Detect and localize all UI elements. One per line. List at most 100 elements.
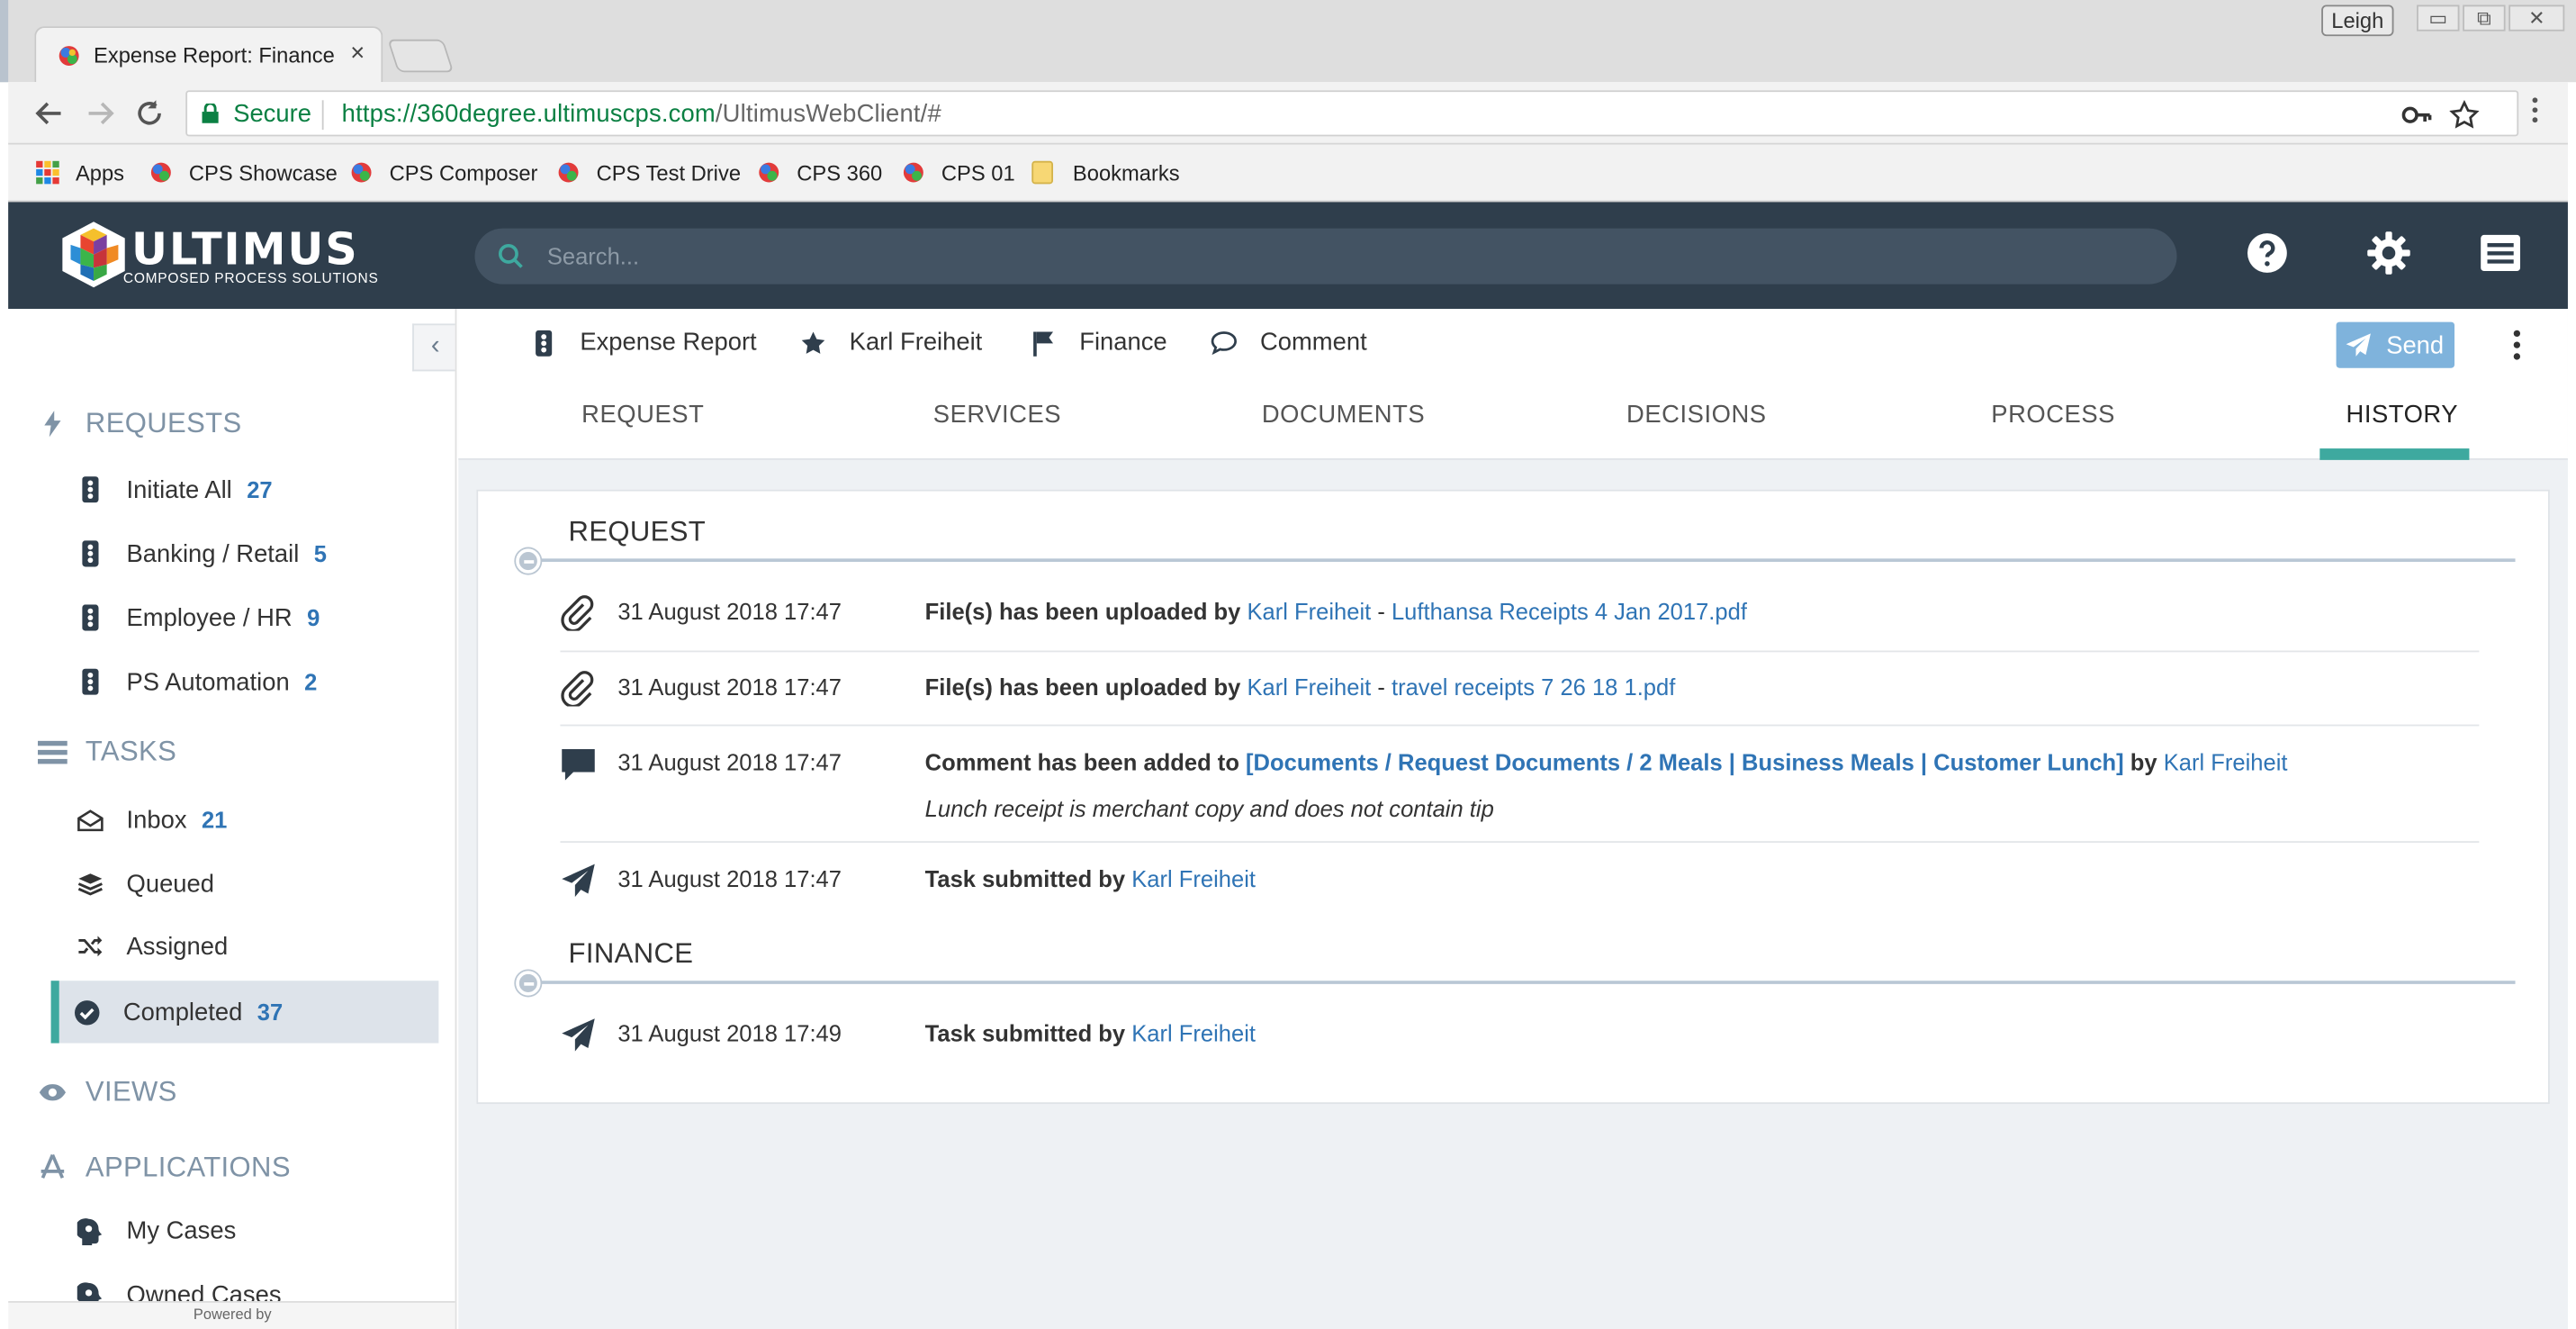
reload-icon[interactable] xyxy=(135,98,165,128)
event-user-link[interactable]: Karl Freiheit xyxy=(1247,598,1371,624)
sidebar: ‹ REQUESTS Initiate All 27 Banking / Ret… xyxy=(8,309,457,1329)
bookmark-apps[interactable]: Apps xyxy=(36,156,124,188)
ultimus-bookmark-icon xyxy=(150,162,171,183)
sidebar-item-my-cases[interactable]: My Cases xyxy=(54,1201,438,1261)
bookmark-label: CPS Showcase xyxy=(188,159,338,185)
search-input[interactable] xyxy=(546,240,2026,273)
event-user-link[interactable]: Karl Freiheit xyxy=(1131,1020,1256,1046)
sidebar-item-banking-retail[interactable]: Banking / Retail 5 xyxy=(54,524,438,583)
tasks-list-icon xyxy=(37,737,68,767)
bookmark-folder[interactable]: Bookmarks xyxy=(1031,156,1180,188)
minimize-button[interactable]: ▭ xyxy=(2417,5,2460,32)
sidebar-item-label: PS Automation xyxy=(126,667,290,696)
bookmark-cps-test-drive[interactable]: CPS Test Drive xyxy=(557,156,741,188)
settings-gear-icon[interactable] xyxy=(2365,230,2411,276)
bookmark-cps-01[interactable]: CPS 01 xyxy=(902,156,1015,188)
sidebar-item-initiate-all[interactable]: Initiate All 27 xyxy=(54,460,438,520)
case-user[interactable]: Karl Freiheit xyxy=(800,329,982,357)
sidebar-item-completed[interactable]: Completed 37 xyxy=(50,981,439,1044)
bookmark-cps-showcase[interactable]: CPS Showcase xyxy=(149,156,338,188)
traffic-light-icon xyxy=(77,604,104,631)
tab-title: Expense Report: Finance xyxy=(94,42,335,68)
section-requests[interactable]: REQUESTS xyxy=(38,407,242,439)
bookmark-label: CPS Test Drive xyxy=(596,159,742,185)
tab-services[interactable]: SERVICES xyxy=(933,401,1061,429)
browser-titlebar: Expense Report: Finance × Leigh ▭ ⧉ ✕ xyxy=(0,0,2576,83)
section-title: REQUESTS xyxy=(85,407,242,439)
event-user-link[interactable]: Karl Freiheit xyxy=(1131,866,1256,892)
lightning-icon xyxy=(38,409,68,438)
event-date: 31 August 2018 17:47 xyxy=(617,748,842,776)
bookmark-cps-360[interactable]: CPS 360 xyxy=(757,156,882,188)
ultimus-logo-icon[interactable] xyxy=(58,219,131,291)
event-file-link[interactable]: travel receipts 7 26 18 1.pdf xyxy=(1392,674,1675,700)
inbox-envelope-icon xyxy=(77,807,104,833)
omnibox[interactable]: Secure https://360degree.ultimuscps.com/… xyxy=(185,90,2519,137)
case-step[interactable]: Finance xyxy=(1030,328,1167,357)
more-options-icon[interactable] xyxy=(2508,329,2525,361)
collapse-group-icon[interactable] xyxy=(516,548,541,574)
bookmark-label: CPS Composer xyxy=(389,159,538,185)
browser-user-chip[interactable]: Leigh xyxy=(2321,5,2394,37)
tab-process[interactable]: PROCESS xyxy=(1991,401,2115,429)
address-bar-row: Secure https://360degree.ultimuscps.com/… xyxy=(8,82,2568,145)
bookmark-cps-composer[interactable]: CPS Composer xyxy=(350,156,538,188)
tab-request[interactable]: REQUEST xyxy=(581,401,704,429)
case-toolbar: Expense Report Karl Freiheit Finance Com… xyxy=(458,309,2568,460)
key-icon[interactable] xyxy=(2401,102,2432,128)
tab-documents[interactable]: DOCUMENTS xyxy=(1262,401,1425,429)
count-badge: 5 xyxy=(313,540,327,567)
paperclip-icon xyxy=(561,671,594,707)
url-text[interactable]: https://360degree.ultimuscps.com/Ultimus… xyxy=(342,100,941,128)
tab-close-icon[interactable]: × xyxy=(350,40,365,68)
new-tab-button[interactable] xyxy=(387,39,455,73)
browser-tab[interactable]: Expense Report: Finance × xyxy=(34,26,383,83)
sidebar-item-label: Initiate All xyxy=(126,475,232,504)
section-views[interactable]: VIEWS xyxy=(38,1076,177,1108)
comment-button[interactable]: Comment xyxy=(1211,329,1367,357)
send-button[interactable]: Send xyxy=(2336,321,2454,368)
app-header: ULTIMUS COMPOSED PROCESS SOLUTIONS xyxy=(8,202,2568,310)
browser-menu-icon[interactable] xyxy=(2532,97,2538,123)
forward-icon[interactable] xyxy=(86,98,115,128)
event-user-link[interactable]: Karl Freiheit xyxy=(2164,749,2288,775)
close-window-button[interactable]: ✕ xyxy=(2508,5,2565,32)
star-icon xyxy=(800,330,826,356)
sidebar-item-ps-automation[interactable]: PS Automation 2 xyxy=(54,652,438,711)
case-process[interactable]: Expense Report xyxy=(531,329,757,357)
stack-layers-icon xyxy=(77,871,104,897)
back-icon[interactable] xyxy=(34,98,64,128)
event-target-link[interactable]: [Documents / Request Documents / 2 Meals… xyxy=(1246,749,2124,775)
count-badge: 21 xyxy=(201,806,228,834)
section-applications[interactable]: APPLICATIONS xyxy=(38,1152,291,1184)
traffic-light-icon xyxy=(77,540,104,567)
traffic-light-icon xyxy=(531,329,557,357)
sidebar-item-assigned[interactable]: Assigned xyxy=(54,917,438,976)
section-title: VIEWS xyxy=(85,1076,177,1108)
section-tasks[interactable]: TASKS xyxy=(37,736,176,768)
traffic-light-icon xyxy=(77,668,104,695)
ultimus-bookmark-icon xyxy=(558,162,579,183)
bookmark-star-icon[interactable] xyxy=(2449,100,2480,130)
ultimus-bookmark-icon xyxy=(759,162,779,183)
case-tabs: REQUEST SERVICES DOCUMENTS DECISIONS PRO… xyxy=(458,388,2568,460)
event-divider xyxy=(560,724,2480,727)
bookmark-label: CPS 01 xyxy=(941,159,1015,185)
sidebar-item-inbox[interactable]: Inbox 21 xyxy=(54,791,438,850)
collapse-group-icon[interactable] xyxy=(516,971,541,996)
collapse-sidebar-button[interactable]: ‹ xyxy=(412,323,455,372)
lock-icon xyxy=(202,103,219,123)
search-bar[interactable] xyxy=(474,228,2177,285)
tab-history[interactable]: HISTORY xyxy=(2346,401,2459,429)
event-text: Task submitted by Karl Freiheit xyxy=(924,1020,1256,1047)
case-step-label: Finance xyxy=(1079,328,1167,357)
case-user-label: Karl Freiheit xyxy=(849,328,983,357)
sidebar-item-queued[interactable]: Queued xyxy=(54,854,438,914)
menu-list-icon[interactable] xyxy=(2478,230,2524,276)
event-user-link[interactable]: Karl Freiheit xyxy=(1247,674,1371,700)
help-icon[interactable] xyxy=(2244,230,2290,276)
restore-button[interactable]: ⧉ xyxy=(2463,5,2506,32)
tab-decisions[interactable]: DECISIONS xyxy=(1626,401,1767,429)
sidebar-item-employee-hr[interactable]: Employee / HR 9 xyxy=(54,588,438,647)
event-file-link[interactable]: Lufthansa Receipts 4 Jan 2017.pdf xyxy=(1392,598,1747,624)
